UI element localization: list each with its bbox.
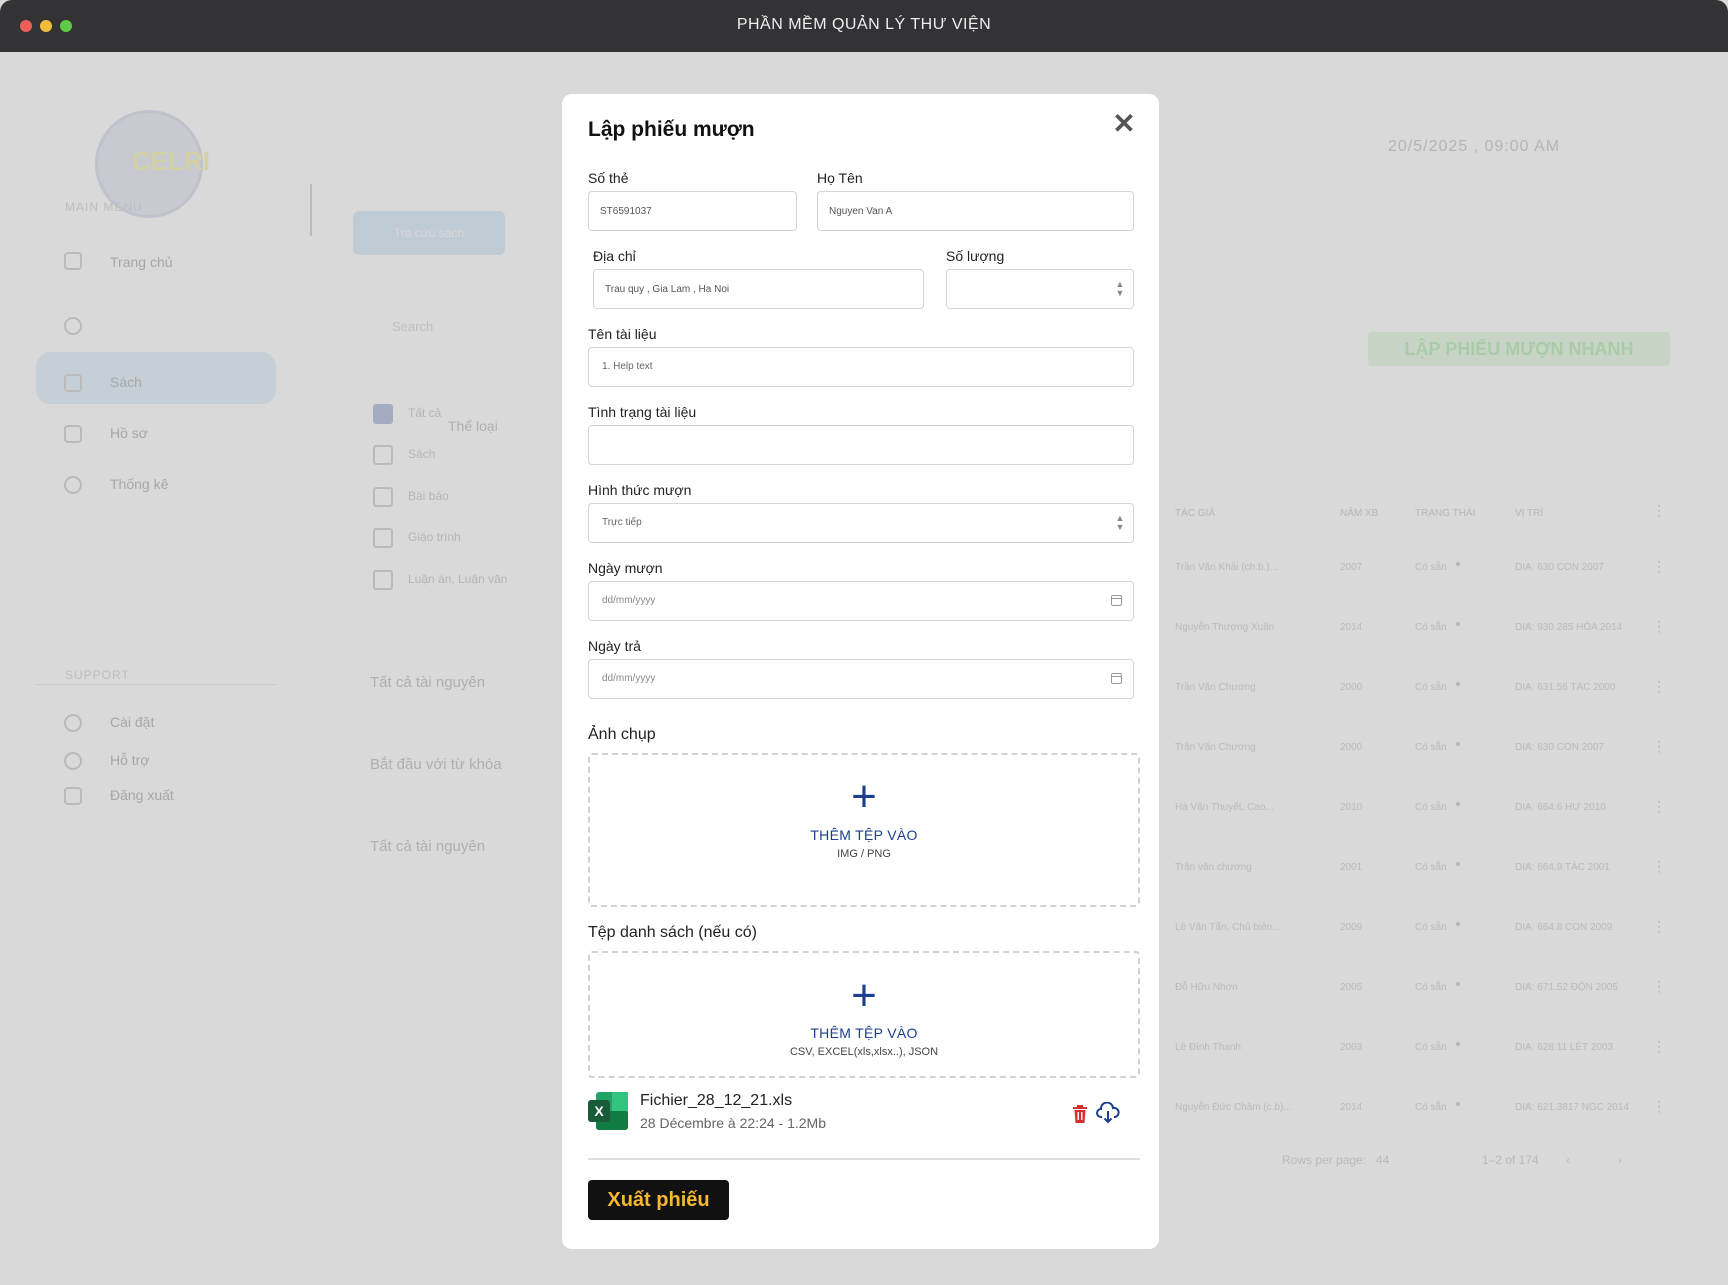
document-condition-label: Tình trạng tài liệu [588, 404, 697, 420]
export-slip-button[interactable]: Xuất phiếu [588, 1180, 729, 1220]
modal-divider [588, 1158, 1140, 1160]
full-name-field[interactable] [817, 191, 1134, 231]
list-file-section-heading: Tệp danh sách (nếu có) [588, 924, 757, 941]
quantity-stepper[interactable]: ▲ ▼ [946, 269, 1134, 309]
add-file-label: THÊM TỆP VÀO [810, 1025, 918, 1041]
svg-text:X: X [594, 1103, 604, 1119]
borrow-type-value: Trực tiếp [602, 517, 642, 528]
return-date-field[interactable]: dd/mm/yyyy [588, 659, 1134, 699]
cloud-download-icon[interactable] [1096, 1102, 1120, 1124]
photo-section-heading: Ảnh chụp [588, 726, 656, 743]
attachment-name: Fichier_28_12_21.xls [640, 1092, 793, 1109]
calendar-icon[interactable] [1111, 595, 1122, 606]
borrow-type-select[interactable]: Trực tiếp ▲ ▼ [588, 503, 1134, 543]
card-number-field[interactable] [588, 191, 797, 231]
trash-icon[interactable] [1070, 1104, 1090, 1124]
document-condition-field[interactable] [588, 425, 1134, 465]
list-file-formats: CSV, EXCEL(xls,xlsx..), JSON [789, 1046, 939, 1058]
card-number-label: Số thẻ [588, 170, 629, 186]
title-bar: PHẦN MỀM QUẢN LÝ THƯ VIỆN [0, 0, 1728, 52]
address-label: Địa chỉ [593, 248, 636, 264]
photo-dropzone[interactable]: + THÊM TỆP VÀO IMG / PNG [588, 753, 1140, 907]
select-arrows-icon: ▲ ▼ [1115, 513, 1125, 532]
stepper-icon[interactable]: ▲ ▼ [1115, 280, 1125, 298]
full-name-label: Họ Tên [817, 170, 863, 186]
return-date-placeholder: dd/mm/yyyy [602, 673, 656, 684]
plus-icon: + [851, 971, 877, 1020]
attachment-meta: 28 Décembre à 22:24 - 1.2Mb [640, 1115, 826, 1131]
document-name-label: Tên tài liệu [588, 326, 657, 342]
borrow-slip-modal: Lập phiếu mượn ✕ Số thẻ Họ Tên Địa chỉ S… [562, 94, 1159, 1249]
calendar-icon[interactable] [1111, 673, 1122, 684]
excel-icon: X [588, 1092, 628, 1130]
document-name-field[interactable]: 1. Help text [588, 347, 1134, 387]
borrow-type-label: Hình thức mượn [588, 482, 692, 498]
modal-title: Lập phiếu mượn [588, 118, 755, 141]
borrow-date-label: Ngày mượn [588, 560, 663, 576]
close-icon[interactable]: ✕ [1112, 110, 1136, 138]
window-title: PHẦN MỀM QUẢN LÝ THƯ VIỆN [736, 16, 992, 33]
quantity-label: Số lượng [946, 248, 1005, 264]
list-file-dropzone[interactable]: + THÊM TỆP VÀO CSV, EXCEL(xls,xlsx..), J… [588, 951, 1140, 1078]
return-date-label: Ngày trả [588, 638, 641, 654]
document-name-value: 1. Help text [602, 361, 653, 372]
plus-icon: + [851, 772, 877, 821]
address-field[interactable] [593, 269, 924, 309]
borrow-date-field[interactable]: dd/mm/yyyy [588, 581, 1134, 621]
photo-formats: IMG / PNG [837, 848, 891, 860]
add-file-label: THÊM TỆP VÀO [810, 827, 918, 843]
borrow-date-placeholder: dd/mm/yyyy [602, 595, 656, 606]
